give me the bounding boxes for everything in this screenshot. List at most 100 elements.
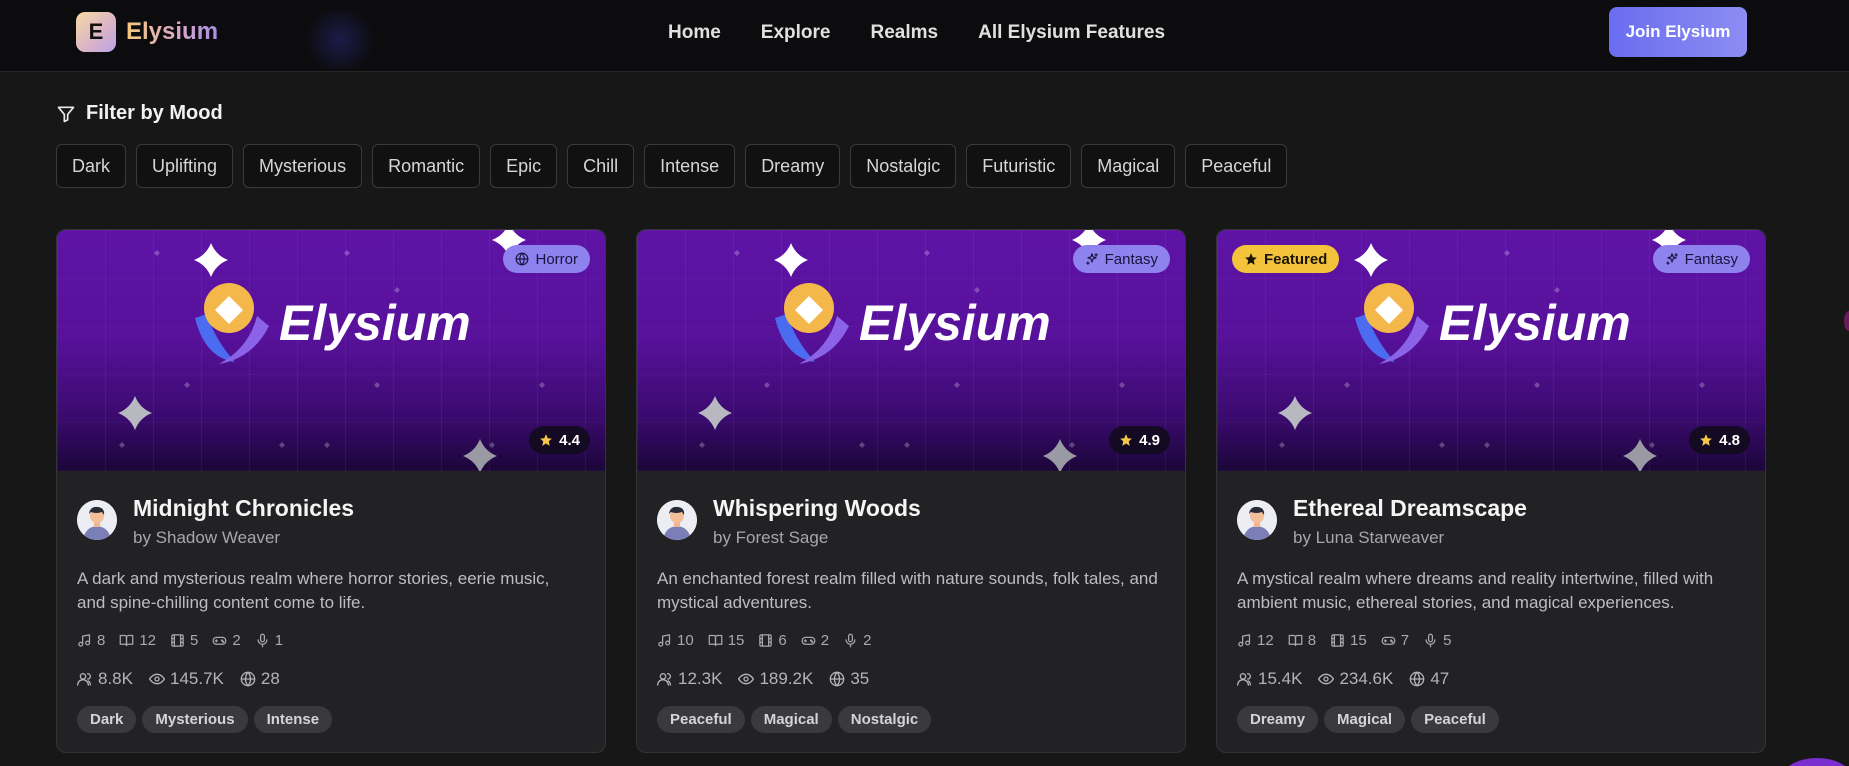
- gamepad-icon: [213, 636, 227, 645]
- mood-tag[interactable]: Magical: [1324, 706, 1406, 733]
- card-title[interactable]: Whispering Woods: [713, 495, 921, 522]
- avatar-illustration: [1237, 500, 1277, 540]
- game-count-value: 2: [820, 632, 830, 649]
- music-count-value: 10: [677, 632, 694, 649]
- card-author[interactable]: by Shadow Weaver: [133, 528, 280, 548]
- mood-tags: Peaceful Magical Nostalgic: [657, 706, 932, 733]
- elysium-logo-mark: [775, 283, 849, 364]
- filter-title: Filter by Mood: [86, 102, 223, 124]
- views-value: 145.7K: [169, 669, 224, 688]
- star-icon: [540, 434, 552, 446]
- mood-chip-romantic[interactable]: Romantic: [372, 144, 481, 188]
- worlds-stat: 35: [829, 669, 869, 689]
- music-count: 10: [657, 632, 694, 649]
- featured-label: Featured: [1264, 250, 1328, 268]
- game-count-value: 2: [232, 632, 241, 649]
- film-icon: [1331, 634, 1344, 647]
- eye-icon: [148, 673, 165, 685]
- brand-logo[interactable]: E Elysium: [76, 12, 218, 52]
- filter-icon: [57, 106, 75, 122]
- brand-mark: E: [76, 12, 116, 52]
- realm-card[interactable]: Elysium Horror 4.4 Midnight Chronicles by Sh…: [56, 229, 606, 753]
- engagement-stats: 15.4K 234.6K 47: [1237, 669, 1449, 689]
- mood-chip-epic[interactable]: Epic: [490, 144, 558, 188]
- book-icon: [1288, 634, 1303, 647]
- game-count: 2: [801, 632, 829, 649]
- card-title[interactable]: Ethereal Dreamscape: [1293, 495, 1527, 522]
- join-button[interactable]: Join Elysium: [1609, 7, 1747, 57]
- nav-link-realms[interactable]: Realms: [871, 22, 939, 44]
- card-author[interactable]: by Luna Starweaver: [1293, 528, 1444, 548]
- mood-chip-list: Dark Uplifting Mysterious Romantic Epic …: [56, 144, 1288, 188]
- avatar[interactable]: [657, 500, 697, 540]
- views-stat: 145.7K: [148, 669, 224, 689]
- book-count-value: 15: [727, 632, 745, 649]
- game-count-value: 7: [1400, 632, 1410, 649]
- engagement-stats: 12.3K 189.2K 35: [657, 669, 869, 689]
- mood-chip-dark[interactable]: Dark: [56, 144, 127, 188]
- film-count: 15: [1330, 632, 1367, 649]
- avatar[interactable]: [77, 500, 117, 540]
- worlds-stat: 47: [1409, 669, 1449, 689]
- globe-icon: [829, 671, 845, 687]
- nav-link-explore[interactable]: Explore: [761, 22, 831, 44]
- book-count-value: 8: [1307, 632, 1317, 649]
- music-icon: [78, 634, 91, 647]
- mood-tag[interactable]: Nostalgic: [837, 706, 932, 733]
- eye-icon: [1318, 673, 1335, 685]
- mood-chip-intense[interactable]: Intense: [644, 144, 736, 188]
- content-counts: 8 12 5 2 1: [77, 632, 283, 649]
- avatar[interactable]: [1237, 500, 1277, 540]
- mood-tag[interactable]: Dark: [77, 706, 137, 733]
- worlds-value: 28: [260, 669, 280, 688]
- podcast-count: 5: [1423, 632, 1451, 649]
- film-count: 6: [758, 632, 787, 649]
- worlds-value: 35: [850, 669, 870, 688]
- decorative-glow: [300, 10, 380, 70]
- mood-tag[interactable]: Peaceful: [657, 706, 745, 733]
- mood-tag[interactable]: Mysterious: [142, 706, 248, 733]
- mood-tag[interactable]: Intense: [253, 706, 333, 733]
- mood-tag[interactable]: Peaceful: [1411, 706, 1499, 733]
- game-count: 7: [1381, 632, 1409, 649]
- nav-links: Home Explore Realms All Elysium Features: [668, 0, 1205, 66]
- mood-tag[interactable]: Magical: [750, 706, 832, 733]
- mood-chip-dreamy[interactable]: Dreamy: [745, 144, 841, 188]
- genre-badge: Fantasy: [1072, 245, 1170, 273]
- rating-value: 4.9: [1139, 431, 1160, 449]
- elysium-logo-text: Elysium: [279, 295, 471, 351]
- film-count-value: 6: [778, 632, 787, 649]
- book-count: 8: [1288, 632, 1316, 649]
- nav-link-all-features[interactable]: All Elysium Features: [978, 22, 1165, 44]
- filter-header: Filter by Mood: [56, 102, 223, 125]
- card-description: A dark and mysterious realm where horror…: [77, 569, 550, 612]
- floating-action-button[interactable]: [1782, 758, 1849, 766]
- mood-chip-nostalgic[interactable]: Nostalgic: [850, 144, 957, 188]
- card-title[interactable]: Midnight Chronicles: [133, 495, 354, 522]
- sparkles-icon: [1665, 253, 1678, 265]
- mic-icon: [257, 633, 268, 648]
- mood-chip-futuristic[interactable]: Futuristic: [966, 144, 1072, 188]
- card-author[interactable]: by Forest Sage: [713, 528, 828, 548]
- mood-chip-chill[interactable]: Chill: [567, 144, 635, 188]
- film-icon: [759, 634, 773, 647]
- views-stat: 189.2K: [738, 669, 813, 689]
- realm-card[interactable]: Elysium Fantasy 4.9 Whispering Woods by Fore…: [636, 229, 1186, 753]
- mood-chip-mysterious[interactable]: Mysterious: [243, 144, 363, 188]
- mood-chip-uplifting[interactable]: Uplifting: [136, 144, 234, 188]
- users-icon: [77, 673, 91, 686]
- realm-card[interactable]: Elysium Featured Fantasy 4.8 Ethereal Dreams…: [1216, 229, 1766, 753]
- elysium-logo-text: Elysium: [859, 295, 1051, 351]
- eye-icon: [738, 673, 755, 685]
- music-count: 8: [77, 632, 105, 649]
- members-stat: 15.4K: [1237, 669, 1302, 689]
- mood-tags: Dreamy Magical Peaceful: [1237, 706, 1499, 733]
- mood-chip-peaceful[interactable]: Peaceful: [1185, 144, 1288, 188]
- mood-chip-magical[interactable]: Magical: [1081, 144, 1176, 188]
- mood-tag[interactable]: Dreamy: [1237, 706, 1319, 733]
- nav-link-home[interactable]: Home: [668, 22, 721, 44]
- mic-icon: [845, 633, 856, 648]
- globe-icon: [1409, 671, 1425, 687]
- members-value: 12.3K: [678, 669, 723, 688]
- sparkles-icon: [1085, 253, 1098, 265]
